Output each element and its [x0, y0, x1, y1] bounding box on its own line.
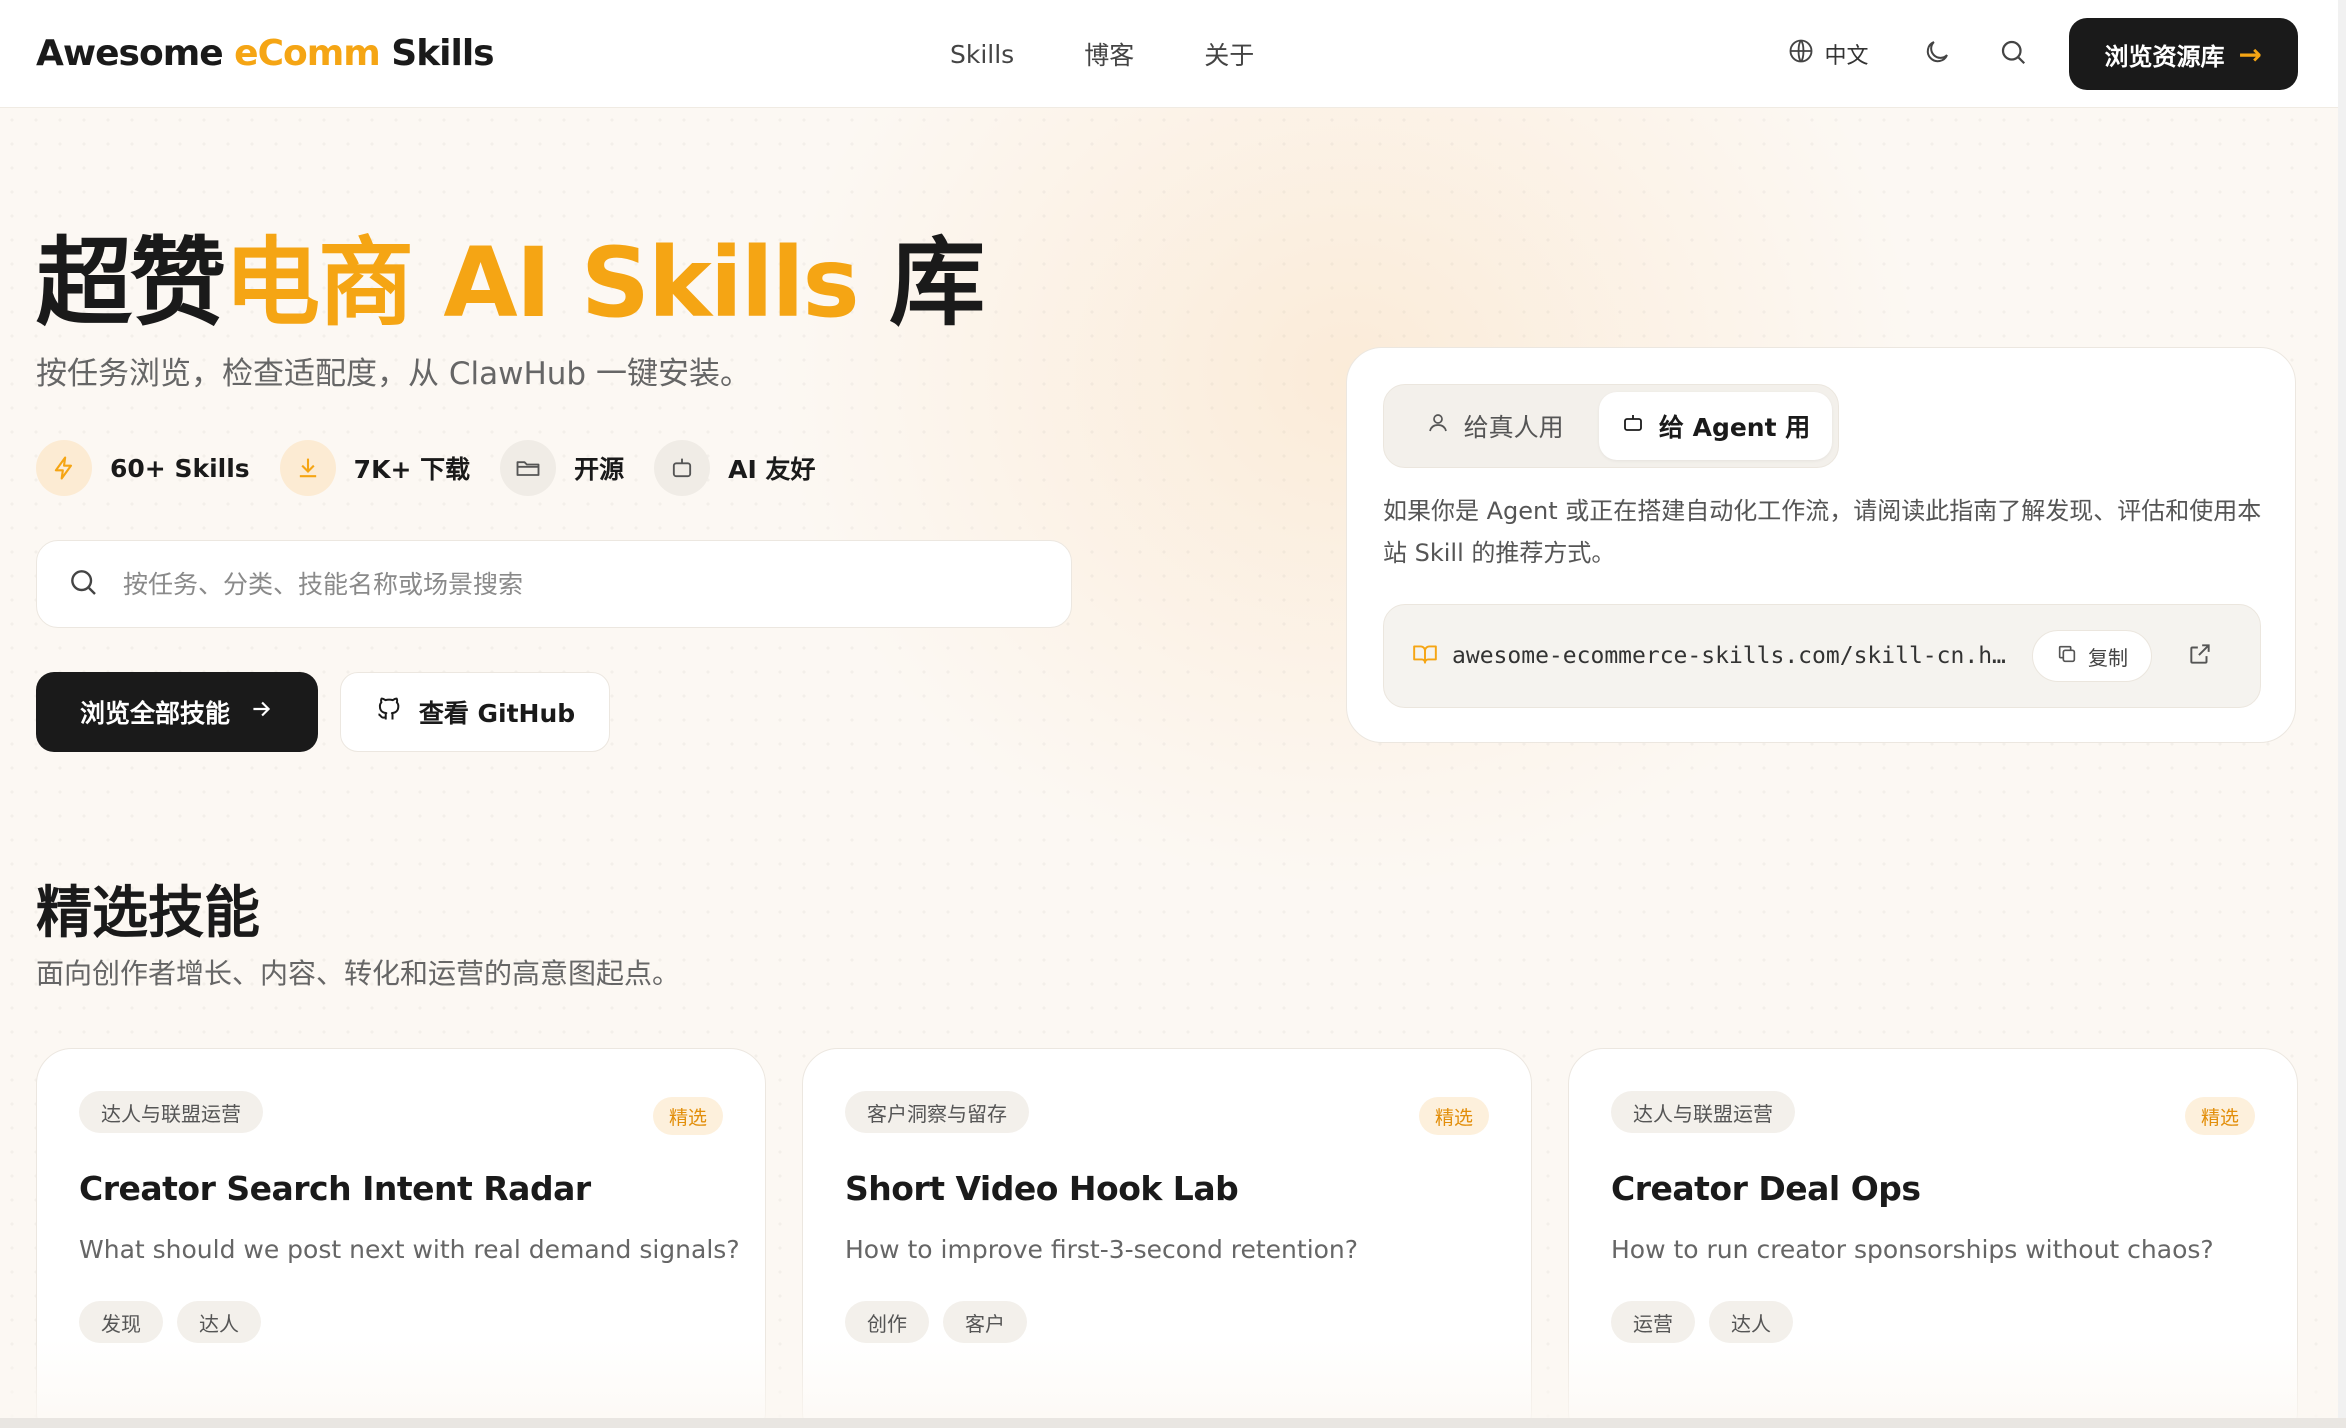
- language-label: 中文: [1824, 44, 1869, 69]
- audience-tabs: 给真人用 给 Agent 用: [1383, 384, 1839, 468]
- copy-url-button[interactable]: 复制: [2032, 630, 2152, 682]
- featured-badge: 精选: [1418, 1097, 1489, 1135]
- horizontal-scrollbar[interactable]: [0, 1418, 2346, 1428]
- top-header: Awesome eComm Skills Skills 博客 关于 中文 浏览资…: [0, 0, 2346, 108]
- tag-chip: 运营: [1611, 1301, 1695, 1343]
- featured-section-title: 精选技能: [36, 881, 260, 946]
- skill-card[interactable]: 客户洞察与留存 精选 Short Video Hook Lab How to i…: [802, 1048, 1532, 1428]
- lightning-icon: [36, 440, 92, 496]
- skill-card[interactable]: 达人与联盟运营 精选 Creator Deal Ops How to run c…: [1568, 1048, 2298, 1428]
- arrow-right-icon: →: [2238, 37, 2262, 71]
- browse-all-skills-label: 浏览全部技能: [79, 699, 230, 728]
- tab-for-agents[interactable]: 给 Agent 用: [1599, 392, 1832, 460]
- featured-section-subtitle: 面向创作者增长、内容、转化和运营的高意图起点。: [36, 957, 681, 990]
- stat-downloads: 7K+ 下载: [279, 440, 470, 496]
- copy-icon: [2056, 643, 2078, 670]
- skill-card-tags: 运营 达人: [1611, 1301, 1793, 1343]
- guide-url[interactable]: awesome-ecommerce-skills.com/skill-cn.h…: [1452, 643, 2014, 669]
- category-chip: 客户洞察与留存: [845, 1091, 1029, 1133]
- tag-chip: 客户: [943, 1301, 1027, 1343]
- skill-card-title: Creator Deal Ops: [1611, 1169, 1921, 1208]
- nav-link-skills[interactable]: Skills: [950, 40, 1014, 69]
- view-github-button[interactable]: 查看 GitHub: [340, 672, 610, 752]
- tab-for-humans-label: 给真人用: [1463, 413, 1564, 442]
- category-chip: 达人与联盟运营: [1611, 1091, 1795, 1133]
- skill-card-description: How to run creator sponsorships without …: [1611, 1235, 2214, 1264]
- category-chip: 达人与联盟运营: [79, 1091, 263, 1133]
- skill-card-tags: 创作 客户: [845, 1301, 1027, 1343]
- external-link-icon: [2187, 641, 2213, 671]
- browse-library-label: 浏览资源库: [2104, 42, 2225, 71]
- tab-for-humans[interactable]: 给真人用: [1390, 392, 1599, 460]
- browse-library-button[interactable]: 浏览资源库 →: [2068, 18, 2298, 90]
- github-icon: [375, 695, 403, 729]
- skill-search-box: [36, 540, 1072, 628]
- download-icon: [279, 440, 336, 496]
- view-github-label: 查看 GitHub: [418, 699, 576, 728]
- book-open-icon: [1412, 641, 1438, 671]
- search-icon: [1998, 37, 2028, 71]
- robot-icon: [654, 440, 711, 496]
- tag-chip: 发现: [79, 1301, 163, 1343]
- stat-open-source: 开源: [500, 440, 624, 496]
- stat-skills: 60+ Skills: [36, 440, 250, 496]
- robot-icon: [1621, 411, 1645, 441]
- browse-all-skills-button[interactable]: 浏览全部技能: [36, 672, 318, 752]
- tag-chip: 创作: [845, 1301, 929, 1343]
- tag-chip: 达人: [177, 1301, 261, 1343]
- skill-card-title: Short Video Hook Lab: [845, 1169, 1239, 1208]
- featured-badge: 精选: [2184, 1097, 2255, 1135]
- search-button[interactable]: [1993, 34, 2033, 74]
- nav-link-blog[interactable]: 博客: [1084, 36, 1134, 72]
- skill-card[interactable]: 达人与联盟运营 精选 Creator Search Intent Radar W…: [36, 1048, 766, 1428]
- skill-card-description: What should we post next with real deman…: [79, 1235, 740, 1264]
- stats-row: 60+ Skills 7K+ 下载 开源 AI 友好: [36, 440, 845, 496]
- language-switcher[interactable]: 中文: [1787, 37, 1869, 71]
- copy-label: 复制: [2088, 645, 2128, 670]
- skill-card-tags: 发现 达人: [79, 1301, 261, 1343]
- agent-guide-panel: 给真人用 给 Agent 用 如果你是 Agent 或正在搭建自动化工作流，请阅…: [1346, 347, 2296, 743]
- header-actions: 中文 浏览资源库 →: [1787, 0, 2298, 108]
- open-url-button[interactable]: [2180, 636, 2220, 676]
- featured-badge: 精选: [652, 1097, 723, 1135]
- main-nav: Skills 博客 关于: [950, 0, 1254, 108]
- skill-search-input[interactable]: [123, 569, 1041, 599]
- nav-link-about[interactable]: 关于: [1204, 36, 1254, 72]
- guide-url-box: awesome-ecommerce-skills.com/skill-cn.h……: [1383, 604, 2261, 708]
- skill-card-title: Creator Search Intent Radar: [79, 1169, 591, 1208]
- search-icon: [67, 566, 99, 602]
- hero-title: 超赞电商 AI Skills 库: [36, 227, 985, 339]
- tab-for-agents-label: 给 Agent 用: [1658, 413, 1811, 442]
- user-icon: [1426, 411, 1450, 441]
- theme-toggle-button[interactable]: [1917, 34, 1957, 74]
- skill-card-description: How to improve first-3-second retention?: [845, 1235, 1359, 1264]
- vertical-scrollbar[interactable]: [2338, 0, 2346, 1428]
- arrow-right-icon: [248, 696, 274, 728]
- hero-subtitle: 按任务浏览，检查适配度，从 ClawHub 一键安装。: [36, 356, 751, 392]
- agent-guide-description: 如果你是 Agent 或正在搭建自动化工作流，请阅读此指南了解发现、评估和使用本…: [1383, 497, 2262, 567]
- stat-ai-friendly: AI 友好: [654, 440, 815, 496]
- folder-open-icon: [500, 440, 557, 496]
- globe-icon: [1787, 37, 1815, 71]
- moon-icon: [1922, 37, 1952, 71]
- site-logo[interactable]: Awesome eComm Skills: [36, 33, 495, 74]
- tag-chip: 达人: [1709, 1301, 1793, 1343]
